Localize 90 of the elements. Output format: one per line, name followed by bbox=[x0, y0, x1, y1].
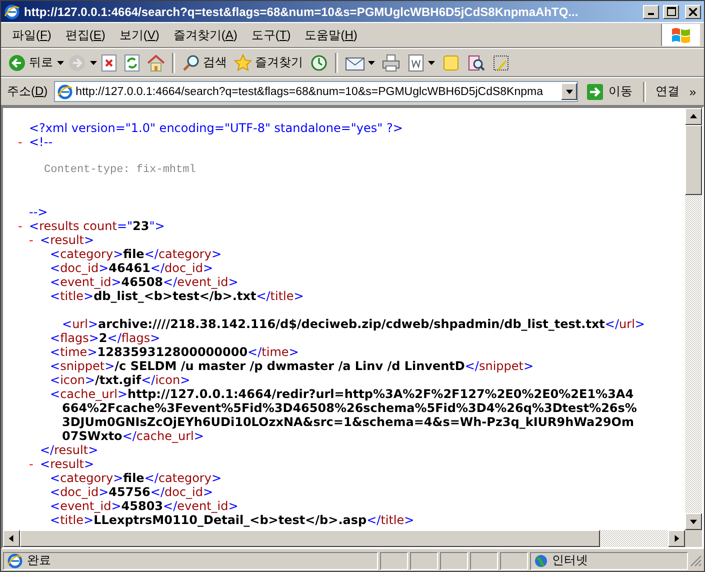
xml-element-line: <title>LLexptrsM0110_Detail_<b>test</b>.asp</title> bbox=[50, 513, 416, 527]
address-field[interactable]: http://127.0.0.1:4664/search?q=test&flags=68&num=10&s=PGMUglcWBH6D5jCdS8Knpma bbox=[54, 81, 578, 102]
xml-element-line: <icon>/txt.gif</icon> bbox=[50, 373, 192, 387]
caret-icon bbox=[368, 60, 375, 64]
arrow-icon bbox=[566, 88, 573, 95]
status-pane bbox=[500, 552, 528, 570]
forward-icon bbox=[68, 54, 86, 72]
status-pane bbox=[410, 552, 438, 570]
arrow-icon bbox=[690, 113, 697, 120]
xml-element-line: <cache_url>http://127.0.0.1:4664/redir?url=http%3A%2F%2F127%2E0%2E0%2E1%3A4664%2Fcache%3Fevent%5Fid%3D46508%26schema%5Fid%3D4%26q%3Dtest%26s%3DJUm0GNIsZcOjEYh6UDi10LOzxNA&src=1&schema=4&s=Wh-Pz3q_kIUR9hWa29Om07SWxto</cache_url> bbox=[50, 387, 637, 443]
status-pane bbox=[380, 552, 408, 570]
status-text: 완료 bbox=[27, 552, 51, 569]
window-title: http://127.0.0.1:4664/search?q=test&flags=68&num=10&s=PGMUglcWBH6D5jCdS8KnpmaAhTQ... bbox=[24, 4, 580, 18]
horizontal-scrollbar[interactable] bbox=[3, 530, 702, 547]
address-label: 주소(D) bbox=[6, 83, 49, 100]
xml-element-line: <category>file</category> bbox=[50, 471, 223, 485]
scroll-thumb[interactable] bbox=[685, 125, 702, 195]
address-text: http://127.0.0.1:4664/search?q=test&flags=68&num=10&s=PGMUglcWBH6D5jCdS8Knpma bbox=[76, 86, 544, 98]
arrow-icon bbox=[8, 535, 15, 542]
xml-element-line: <category>file</category> bbox=[50, 247, 223, 261]
close-icon bbox=[689, 8, 697, 16]
clock-icon bbox=[310, 54, 328, 72]
xml-element-line: <snippet>/c SELDM /u master /p dwmaster /a Linv /d LinventD</snippet> bbox=[50, 359, 535, 373]
back-icon bbox=[8, 54, 26, 72]
search-button[interactable]: 검색 bbox=[179, 52, 230, 74]
menu-item[interactable]: 파일(F) bbox=[5, 24, 58, 46]
document-icon bbox=[407, 54, 425, 72]
menu-item[interactable]: 즐겨찾기(A) bbox=[166, 24, 244, 46]
resize-grip bbox=[690, 554, 702, 566]
xml-element-line: <event_id>45803</event_id> bbox=[50, 499, 240, 513]
xml-element-line: <event_id>46508</event_id> bbox=[50, 275, 240, 289]
arrow-icon bbox=[673, 535, 680, 542]
caret-icon bbox=[90, 60, 97, 64]
note-icon bbox=[442, 54, 460, 72]
scroll-thumb[interactable] bbox=[20, 530, 600, 547]
stop-icon bbox=[101, 54, 117, 72]
envelope-icon bbox=[345, 54, 365, 70]
menu-item[interactable]: 보기(V) bbox=[112, 24, 166, 46]
arrow-icon bbox=[690, 518, 697, 525]
go-button[interactable]: 이동 bbox=[580, 82, 638, 100]
maximize-button[interactable] bbox=[663, 4, 679, 18]
menu-item[interactable]: 도구(T) bbox=[244, 24, 298, 46]
xml-element-line: - <result> bbox=[29, 457, 94, 471]
xml-element-line: <flags>2</flags> bbox=[50, 331, 162, 345]
chevron-button[interactable]: » bbox=[685, 84, 700, 98]
caret-icon bbox=[428, 60, 435, 64]
status-pane bbox=[440, 552, 468, 570]
maximize-icon bbox=[666, 7, 676, 16]
ie-icon bbox=[4, 4, 20, 20]
book-magnifier-icon bbox=[467, 54, 485, 72]
minimize-button[interactable] bbox=[643, 4, 659, 18]
menu-item[interactable]: 도움말(H) bbox=[298, 24, 364, 46]
scroll-down-button[interactable] bbox=[685, 513, 702, 530]
xml-element-line: <time>128359312800000000</time> bbox=[50, 345, 300, 359]
home-icon bbox=[147, 54, 165, 72]
scroll-up-button[interactable] bbox=[685, 108, 702, 125]
globe-icon bbox=[534, 554, 548, 568]
xml-closing-tag: </result> bbox=[40, 443, 98, 457]
windows-logo bbox=[671, 26, 691, 44]
dropdown-button[interactable] bbox=[561, 83, 578, 100]
menu-item[interactable]: 편집(E) bbox=[58, 24, 112, 46]
favorites-button[interactable]: 즐겨찾기 bbox=[231, 52, 306, 74]
caret-icon bbox=[57, 60, 64, 64]
printer-icon bbox=[382, 54, 400, 72]
xml-declaration: <?xml version="1.0" encoding="UTF-8" standalone="yes" ?> bbox=[29, 121, 403, 135]
xml-element-line: <title>db_list_<b>test</b>.txt</title> bbox=[50, 289, 305, 303]
ie-icon bbox=[56, 84, 73, 100]
xml-comment-close: --> bbox=[29, 205, 48, 219]
back-button[interactable]: 뒤로 bbox=[5, 52, 56, 74]
status-pane bbox=[470, 552, 498, 570]
vertical-scrollbar[interactable] bbox=[685, 108, 702, 530]
refresh-icon bbox=[124, 54, 140, 72]
links-button[interactable]: 연결 bbox=[651, 83, 684, 100]
xml-element-line: <url>archive:////218.38.142.116/d$/deciweb.zip/cdweb/shpadmin/db_list_test.txt</url> bbox=[62, 317, 646, 331]
xml-element-line: <doc_id>46461</doc_id> bbox=[50, 261, 214, 275]
grid-icon bbox=[492, 54, 510, 72]
xml-element-line: - <results count="23"> bbox=[18, 219, 165, 233]
xml-element-line: <doc_id>45756</doc_id> bbox=[50, 485, 214, 499]
xml-element-line: - <result> bbox=[29, 233, 94, 247]
xml-comment-text: Content-type: fix-mhtml bbox=[43, 163, 196, 178]
scroll-left-button[interactable] bbox=[3, 530, 20, 547]
xml-comment-open: - <!-- bbox=[18, 135, 53, 149]
ie-icon bbox=[7, 552, 23, 568]
minimize-icon bbox=[648, 12, 654, 14]
close-button[interactable] bbox=[685, 4, 701, 18]
zone-text: 인터넷 bbox=[552, 552, 588, 569]
scroll-right-button[interactable] bbox=[668, 530, 685, 547]
search-icon bbox=[182, 54, 200, 72]
star-icon bbox=[234, 54, 252, 72]
scrollbar-corner bbox=[685, 530, 702, 547]
